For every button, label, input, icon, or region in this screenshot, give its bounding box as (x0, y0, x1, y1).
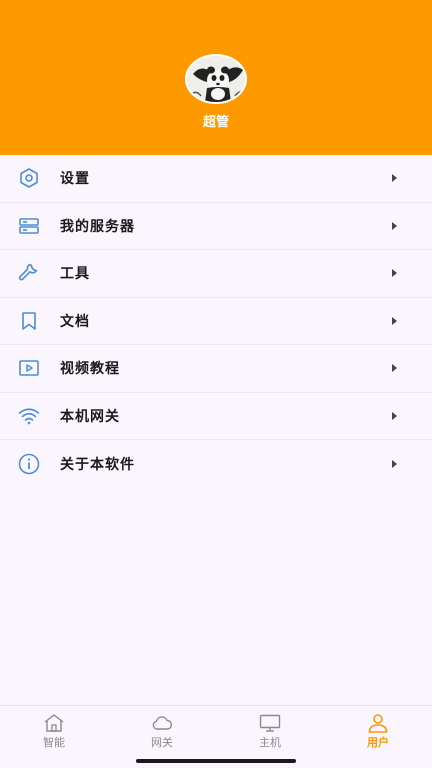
tab-smart[interactable]: 智能 (0, 706, 108, 755)
wrench-icon (17, 261, 41, 285)
video-play-icon (17, 356, 41, 380)
menu-item-tools[interactable]: 工具 (0, 250, 432, 298)
menu-item-label: 本机网关 (60, 408, 120, 425)
info-icon (17, 452, 41, 476)
bookmark-icon (17, 309, 41, 333)
tab-user[interactable]: 用户 (324, 706, 432, 755)
menu-item-label: 关于本软件 (60, 456, 135, 473)
menu-item-docs[interactable]: 文档 (0, 298, 432, 345)
chevron-right-icon (392, 269, 397, 278)
menu-item-label: 设置 (60, 171, 90, 188)
settings-menu: 设置 我的服务器 工具 文档 视频教程 本机网关 关于本软件 (0, 155, 432, 488)
tab-label: 主机 (259, 736, 281, 749)
chevron-right-icon (392, 316, 397, 325)
chevron-right-icon (392, 221, 397, 230)
tab-host[interactable]: 主机 (216, 706, 324, 755)
menu-item-label: 工具 (60, 266, 90, 283)
chevron-right-icon (392, 411, 397, 420)
menu-item-label: 文档 (60, 313, 90, 330)
tab-label: 用户 (367, 736, 389, 749)
home-icon (42, 713, 66, 733)
monitor-icon (258, 713, 282, 733)
username: 超管 (202, 115, 229, 130)
menu-item-label: 我的服务器 (60, 218, 135, 235)
menu-item-label: 视频教程 (60, 361, 120, 378)
tab-label: 智能 (43, 736, 65, 749)
cloud-icon (150, 713, 174, 733)
menu-item-my-servers[interactable]: 我的服务器 (0, 203, 432, 250)
user-icon (366, 713, 390, 733)
chevron-right-icon (392, 364, 397, 373)
hexagon-settings-icon (17, 166, 41, 190)
wifi-icon (17, 404, 41, 428)
chevron-right-icon (392, 459, 397, 468)
tab-label: 网关 (151, 736, 173, 749)
menu-item-settings[interactable]: 设置 (0, 155, 432, 203)
bottom-tab-bar: 智能 网关 主机 用户 (0, 705, 432, 755)
menu-item-local-gateway[interactable]: 本机网关 (0, 393, 432, 440)
home-indicator (136, 759, 296, 763)
server-icon (17, 214, 41, 238)
chevron-right-icon (392, 174, 397, 183)
avatar[interactable] (185, 54, 247, 104)
profile-header: 超管 (0, 0, 432, 155)
menu-item-video-tutorials[interactable]: 视频教程 (0, 345, 432, 393)
tab-gateway[interactable]: 网关 (108, 706, 216, 755)
menu-item-about[interactable]: 关于本软件 (0, 440, 432, 488)
